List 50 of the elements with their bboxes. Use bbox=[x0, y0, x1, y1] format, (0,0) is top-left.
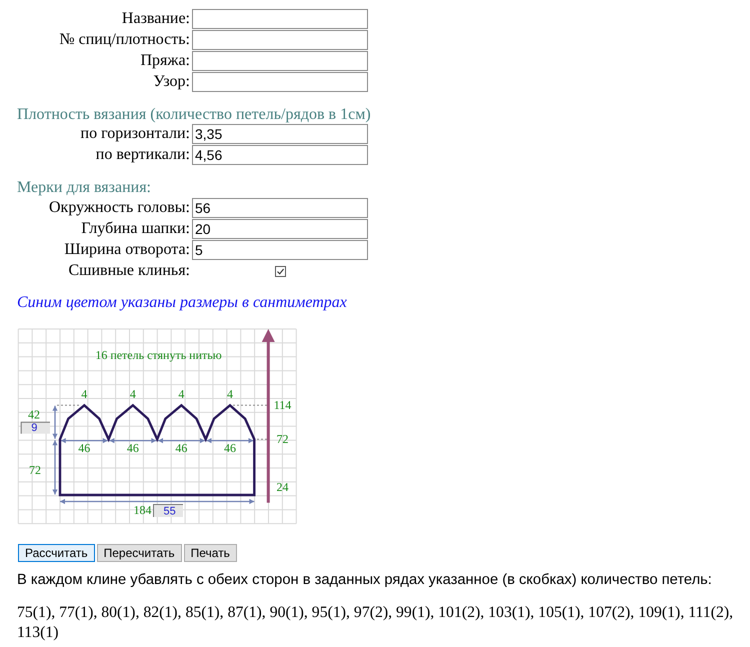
field-label: Название: bbox=[122, 9, 190, 29]
decrease-rows: 75(1), 77(1), 80(1), 82(1), 85(1), 87(1), 90(1), 95(1), 97(2), 99(1), 101(2), 103(1), 105(1), 107(2), 109(1), 111(2), 113(1) bbox=[17, 603, 739, 643]
field-label: Глубина шапки: bbox=[81, 219, 190, 239]
dimension-label: 4 bbox=[81, 387, 88, 401]
dimension-label: 184 bbox=[134, 503, 152, 517]
value-field: 55 bbox=[153, 504, 184, 518]
dimension-label: 42 bbox=[28, 408, 40, 422]
text-input[interactable] bbox=[192, 9, 368, 29]
dimension-arrow bbox=[206, 438, 254, 444]
field-label: Окружность головы: bbox=[49, 198, 190, 218]
dimension-label: 46 bbox=[126, 441, 139, 455]
action-button[interactable]: Печать bbox=[184, 544, 237, 562]
field-label: Ширина отворота: bbox=[64, 240, 190, 260]
row-number-label: 72 bbox=[276, 432, 288, 446]
value-field: 9 bbox=[20, 422, 50, 434]
action-button[interactable]: Пересчитать bbox=[96, 544, 182, 562]
field-label: Пряжа: bbox=[140, 51, 190, 71]
action-button[interactable]: Рассчитать bbox=[18, 544, 95, 562]
guide-line bbox=[232, 404, 268, 406]
dimension-label: 72 bbox=[29, 463, 41, 477]
row-number-label: 24 bbox=[276, 480, 288, 494]
text-input[interactable] bbox=[192, 30, 368, 50]
guide-line bbox=[56, 404, 82, 406]
text-input[interactable] bbox=[192, 51, 368, 71]
section-heading: Плотность вязания (количество петель/рядов в 1см) bbox=[17, 106, 371, 124]
dimension-label: 46 bbox=[224, 441, 236, 455]
text-input[interactable]: 4,56 bbox=[192, 145, 368, 165]
text-input[interactable]: 56 bbox=[192, 198, 368, 218]
field-label: по вертикали: bbox=[96, 145, 190, 165]
guide-line bbox=[256, 438, 268, 440]
text-input[interactable]: 20 bbox=[192, 219, 368, 239]
field-label: № спиц/плотность: bbox=[59, 30, 190, 50]
dimension-label: 4 bbox=[178, 387, 184, 401]
section-heading: Мерки для вязания: bbox=[17, 179, 151, 197]
field-label: по горизонтали: bbox=[80, 124, 190, 144]
checkbox[interactable] bbox=[274, 266, 286, 276]
text-input[interactable]: 5 bbox=[192, 240, 368, 260]
dimension-label: 46 bbox=[175, 441, 188, 455]
note-label: 16 петель стянуть нитью bbox=[95, 348, 222, 362]
dimension-label: 46 bbox=[78, 441, 90, 455]
text-input[interactable]: 3,35 bbox=[192, 124, 368, 144]
dimension-label: 4 bbox=[227, 387, 233, 401]
dimension-label: 4 bbox=[130, 387, 136, 401]
field-label: Узор: bbox=[153, 72, 190, 92]
result-intro: В каждом клине убавлять с обеих сторон в заданных рядах указанное (в скобках) количество петель: bbox=[17, 571, 712, 589]
field-label: Сшивные клинья: bbox=[68, 261, 190, 281]
row-number-label: 114 bbox=[274, 398, 292, 412]
dimension-arrow bbox=[158, 438, 205, 444]
text-input[interactable] bbox=[192, 72, 368, 92]
diagram-caption: Синим цветом указаны размеры в сантиметрах bbox=[17, 294, 347, 312]
